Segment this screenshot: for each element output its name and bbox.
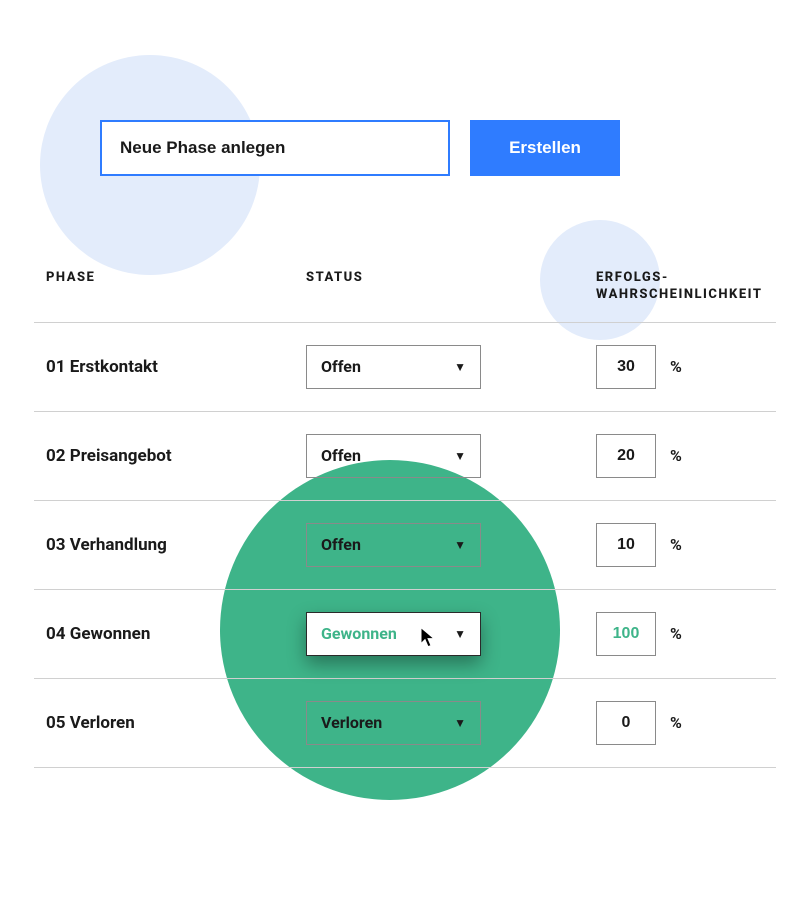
status-label: Offen: [321, 535, 361, 554]
table-row: 05 Verloren Verloren ▼ %: [34, 679, 776, 768]
phase-name: 05 Verloren: [46, 713, 306, 733]
column-header-probability: ERFOLGS- WAHRSCHEINLICHKEIT: [596, 270, 764, 304]
probability-input[interactable]: [596, 701, 656, 745]
status-label: Offen: [321, 446, 361, 465]
probability-cell: %: [596, 612, 764, 656]
create-phase-row: Erstellen: [100, 120, 620, 176]
percent-label: %: [670, 357, 682, 376]
probability-cell: %: [596, 434, 764, 478]
status-label: Verloren: [321, 713, 382, 732]
status-select[interactable]: Verloren ▼: [306, 701, 481, 745]
chevron-down-icon: ▼: [454, 538, 466, 552]
create-button[interactable]: Erstellen: [470, 120, 620, 176]
probability-cell: %: [596, 701, 764, 745]
probability-input[interactable]: [596, 434, 656, 478]
probability-cell: %: [596, 523, 764, 567]
status-select[interactable]: Gewonnen ▼: [306, 612, 481, 656]
phase-name: 01 Erstkontakt: [46, 357, 306, 377]
phase-name: 02 Preisangebot: [46, 446, 306, 466]
table-row: 01 Erstkontakt Offen ▼ %: [34, 323, 776, 412]
phase-name: 03 Verhandlung: [46, 535, 306, 555]
cursor-icon: [419, 625, 439, 649]
phase-name: 04 Gewonnen: [46, 624, 306, 644]
column-header-phase: PHASE: [46, 270, 306, 304]
percent-label: %: [670, 535, 682, 554]
percent-label: %: [670, 446, 682, 465]
probability-input[interactable]: [596, 523, 656, 567]
status-label: Gewonnen: [321, 624, 397, 643]
status-label: Offen: [321, 357, 361, 376]
probability-input[interactable]: [596, 612, 656, 656]
chevron-down-icon: ▼: [454, 627, 466, 641]
probability-cell: %: [596, 345, 764, 389]
percent-label: %: [670, 624, 682, 643]
table-row: 03 Verhandlung Offen ▼ %: [34, 501, 776, 590]
status-select[interactable]: Offen ▼: [306, 345, 481, 389]
column-header-status: STATUS: [306, 270, 596, 304]
probability-header-line2: WAHRSCHEINLICHKEIT: [596, 287, 762, 302]
chevron-down-icon: ▼: [454, 449, 466, 463]
phase-table: PHASE STATUS ERFOLGS- WAHRSCHEINLICHKEIT…: [34, 270, 776, 768]
probability-header-line1: ERFOLGS-: [596, 270, 669, 285]
percent-label: %: [670, 713, 682, 732]
table-header: PHASE STATUS ERFOLGS- WAHRSCHEINLICHKEIT: [34, 270, 776, 323]
new-phase-input[interactable]: [100, 120, 450, 176]
probability-input[interactable]: [596, 345, 656, 389]
chevron-down-icon: ▼: [454, 716, 466, 730]
table-row: 04 Gewonnen Gewonnen ▼ %: [34, 590, 776, 679]
table-row: 02 Preisangebot Offen ▼ %: [34, 412, 776, 501]
status-select[interactable]: Offen ▼: [306, 523, 481, 567]
chevron-down-icon: ▼: [454, 360, 466, 374]
status-select[interactable]: Offen ▼: [306, 434, 481, 478]
